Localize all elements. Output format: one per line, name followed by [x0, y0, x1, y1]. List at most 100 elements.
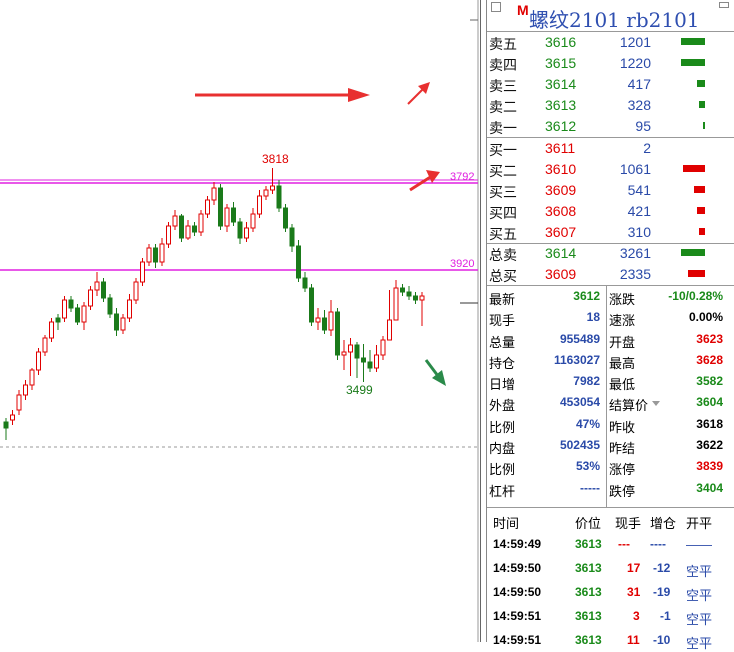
depth-bar	[699, 101, 705, 108]
tick-oi: -12	[653, 561, 671, 575]
stat-cell: 杠杆 -----	[487, 478, 606, 499]
candle-body	[101, 281, 106, 299]
book-row[interactable]: 买四 3608 421	[487, 201, 734, 222]
candle-body	[153, 247, 158, 263]
candle-body	[211, 187, 217, 201]
depth-bar	[697, 80, 705, 87]
stat-value: 3628	[696, 352, 723, 367]
book-row[interactable]: 卖一 3612 95	[487, 116, 734, 137]
book-volume: 95	[635, 118, 651, 134]
candle-body	[348, 344, 353, 353]
stats-grid: 最新 3612 现手 18 总量 955489 持仓 1163027 日增 7982 外盘 45305…	[487, 286, 734, 508]
candle-body	[107, 297, 113, 315]
book-price: 3611	[545, 140, 576, 156]
stat-value: 3618	[696, 416, 723, 431]
book-volume: 417	[627, 76, 651, 92]
price-level-label: 3920	[450, 258, 474, 270]
minimize-icon[interactable]	[719, 2, 729, 8]
book-row[interactable]: 总买 3609 2335	[487, 264, 734, 285]
book-label: 总卖	[489, 247, 517, 263]
stat-cell: 总量 955489	[487, 329, 606, 350]
book-label: 卖一	[489, 120, 517, 136]
settle-dropdown-icon[interactable]	[652, 401, 660, 407]
stat-value: 1163027	[553, 352, 600, 367]
tick-row[interactable]: 14:59:51 3613 3 -1 空平	[487, 604, 734, 628]
stat-value: 453054	[559, 395, 600, 410]
tick-header: 时间 价位 现手 增仓 开平	[487, 510, 734, 532]
depth-bar	[681, 38, 705, 45]
tick-row[interactable]: 14:59:49 3613 --- ---- ——	[487, 532, 734, 556]
stat-cell: 涨停 3839	[607, 456, 729, 477]
tick-qty: 17	[627, 561, 641, 575]
candlestick-chart[interactable]: 39203792351538183499	[0, 0, 480, 642]
book-price: 3608	[545, 203, 577, 219]
candle-body	[3, 421, 9, 429]
stat-label: 涨跌	[609, 292, 636, 307]
stat-label: 昨收	[609, 419, 636, 435]
book-label: 卖四	[489, 57, 517, 73]
tick-qty: ---	[618, 537, 630, 551]
stat-value: 3622	[696, 438, 723, 453]
stat-cell: 昨结 3622	[607, 435, 729, 456]
book-row[interactable]: 卖三 3614 417	[487, 74, 734, 95]
candle-body	[36, 351, 41, 371]
book-row[interactable]: 买一 3611 2	[487, 138, 734, 159]
candle-body	[335, 311, 340, 356]
stat-label: 内盘	[489, 441, 516, 457]
candle-body	[114, 313, 119, 331]
window-icon[interactable]	[491, 2, 501, 12]
tick-row[interactable]: 14:59:50 3613 17 -12 空平	[487, 556, 734, 580]
instrument-header: M 螺纹2101 rb2101	[487, 0, 734, 32]
stat-value: 7982	[573, 374, 600, 389]
book-label: 买四	[489, 205, 517, 221]
book-row[interactable]: 卖五 3616 1201	[487, 32, 734, 53]
stat-label: 总量	[489, 334, 516, 350]
book-row[interactable]: 卖二 3613 328	[487, 95, 734, 116]
book-price: 3616	[545, 34, 577, 50]
book-row[interactable]: 卖四 3615 1220	[487, 53, 734, 74]
book-price: 3610	[545, 161, 577, 177]
book-row[interactable]: 买二 3610 1061	[487, 159, 734, 180]
candle-body	[361, 357, 366, 363]
candle-body	[328, 311, 334, 331]
tick-time: 14:59:51	[493, 609, 542, 623]
book-label: 买二	[489, 163, 517, 179]
candle-body	[218, 187, 223, 227]
book-row[interactable]: 买三 3609 541	[487, 180, 734, 201]
candle-body	[68, 299, 74, 309]
stat-value: 3623	[696, 331, 723, 346]
candle-body	[309, 287, 314, 323]
book-price: 3612	[545, 118, 577, 134]
stat-cell: 比例 53%	[487, 456, 606, 477]
candle-body	[133, 281, 139, 301]
col-oi: 增仓	[650, 516, 677, 531]
book-price: 3614	[545, 76, 577, 92]
candle-body	[406, 291, 412, 297]
stat-label: 比例	[489, 462, 516, 478]
candle-body	[127, 299, 132, 319]
candle-body	[270, 185, 275, 191]
book-row[interactable]: 总卖 3614 3261	[487, 243, 734, 264]
stat-label: 结算价	[609, 398, 649, 414]
candle-body	[159, 243, 165, 263]
price-level-label: 3792	[450, 171, 474, 183]
stat-label: 昨结	[609, 441, 636, 457]
candle-body	[367, 361, 373, 369]
book-label: 买三	[489, 184, 517, 200]
book-volume: 328	[627, 97, 651, 113]
totals-book: 总卖 3614 3261 总买 3609 2335	[487, 243, 734, 286]
tick-openclose: 空平	[686, 564, 713, 579]
candle-body	[302, 277, 308, 289]
stat-value: 3839	[696, 459, 723, 474]
stat-cell: 日增 7982	[487, 371, 606, 392]
tick-row[interactable]: 14:59:50 3613 31 -19 空平	[487, 580, 734, 604]
tick-oi: ----	[650, 537, 666, 551]
book-label: 总买	[489, 268, 517, 284]
tick-price: 3613	[575, 561, 602, 575]
candle-body	[16, 394, 22, 411]
stat-value: 53%	[575, 459, 600, 474]
book-row[interactable]: 买五 3607 310	[487, 222, 734, 243]
tick-row[interactable]: 14:59:51 3613 11 -10 空平	[487, 628, 734, 652]
book-price: 3613	[545, 97, 577, 113]
candle-body	[62, 299, 67, 319]
